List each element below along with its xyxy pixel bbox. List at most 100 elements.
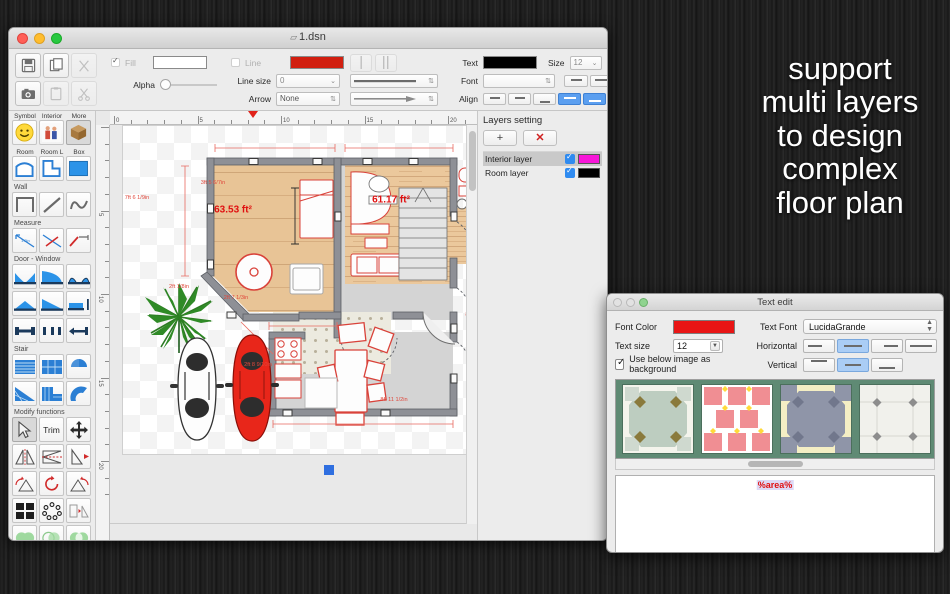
flip-horizontal-tool[interactable] bbox=[39, 444, 64, 469]
dimension-label[interactable]: 61.17 ft² bbox=[372, 195, 410, 206]
scale-tool[interactable] bbox=[66, 498, 91, 523]
room-l-tool[interactable] bbox=[39, 156, 64, 181]
alpha-slider[interactable] bbox=[160, 79, 217, 90]
window-sill-tool[interactable] bbox=[66, 291, 91, 316]
arrow-select[interactable]: None ⇅ bbox=[276, 91, 340, 106]
text-size-input[interactable]: 12 ▼ bbox=[673, 338, 723, 353]
layer-visible-checkbox-interior[interactable] bbox=[565, 152, 575, 164]
double-line-style-button[interactable] bbox=[375, 53, 397, 72]
subtract-tool[interactable] bbox=[66, 525, 91, 540]
line-color-swatch[interactable] bbox=[290, 56, 344, 69]
door-arch-tool[interactable] bbox=[66, 264, 91, 289]
stair-landing-tool[interactable] bbox=[39, 354, 64, 379]
flip-vertical-tool[interactable] bbox=[66, 444, 91, 469]
dimension-label[interactable]: 8ft 11 1/2in bbox=[380, 397, 407, 403]
align-top-button[interactable] bbox=[483, 92, 506, 105]
circular-array-tool[interactable] bbox=[39, 498, 64, 523]
align-bottom-button[interactable] bbox=[533, 92, 556, 105]
canvas-scroll-region[interactable]: 7ft 1/5in7ft 11 5/6in7ft 6 1/9in3ft 5 6/… bbox=[110, 125, 477, 540]
font-select[interactable]: ⇅ bbox=[483, 73, 555, 88]
dimension-label[interactable]: 3ft 5 6/7in bbox=[201, 180, 226, 186]
window-bar-tool[interactable] bbox=[12, 318, 37, 343]
white-car-symbol[interactable] bbox=[168, 336, 226, 444]
h-align-right-button[interactable] bbox=[871, 338, 903, 353]
stair-straight-tool[interactable] bbox=[12, 354, 37, 379]
v-align-top-button[interactable] bbox=[803, 357, 835, 372]
wall-curve-tool[interactable] bbox=[66, 192, 91, 217]
fill-color-swatch[interactable] bbox=[152, 56, 207, 69]
dimension-label[interactable]: 63.53 ft² bbox=[214, 205, 252, 216]
trim-tool[interactable]: Trim bbox=[39, 417, 64, 442]
save-button[interactable] bbox=[15, 53, 41, 78]
background-image-checkbox-row[interactable]: Use below image as background bbox=[615, 354, 735, 374]
box-tool[interactable] bbox=[66, 156, 91, 181]
grid-array-tool[interactable] bbox=[12, 498, 37, 523]
background-pattern-gallery[interactable] bbox=[615, 379, 935, 459]
vertical-ruler[interactable]: 5 10 15 20 bbox=[96, 125, 110, 540]
layer-row-interior[interactable]: Interior layer bbox=[483, 152, 602, 166]
paste-button[interactable] bbox=[43, 81, 69, 106]
align-left-button[interactable] bbox=[558, 92, 581, 105]
door-double-tool[interactable] bbox=[12, 264, 37, 289]
move-tool[interactable] bbox=[66, 417, 91, 442]
line-checkbox[interactable] bbox=[231, 58, 240, 67]
pattern-swatch-pink-checker[interactable] bbox=[701, 384, 773, 454]
wall-corner-tool[interactable] bbox=[12, 192, 37, 217]
arrow-style-select[interactable]: ⇅ bbox=[350, 91, 438, 106]
drawing-canvas[interactable]: 7ft 1/5in7ft 11 5/6in7ft 6 1/9in3ft 5 6/… bbox=[122, 125, 477, 455]
rotate-right-tool[interactable] bbox=[66, 471, 91, 496]
background-image-checkbox[interactable] bbox=[615, 357, 626, 370]
pattern-swatch-grey-cream-octagon[interactable] bbox=[780, 384, 852, 454]
remove-layer-button[interactable]: ✕ bbox=[523, 130, 557, 146]
layer-row-room[interactable]: Room layer bbox=[483, 166, 602, 180]
rotate-left-tool[interactable] bbox=[12, 471, 37, 496]
pattern-swatch-stone-octagon[interactable] bbox=[622, 384, 694, 454]
door-single-tool[interactable] bbox=[39, 264, 64, 289]
style-button-2[interactable] bbox=[590, 74, 607, 87]
window-slant-tool[interactable] bbox=[39, 291, 64, 316]
align-center-button[interactable] bbox=[583, 92, 606, 105]
horizontal-ruler[interactable]: 051015202530 bbox=[110, 111, 477, 125]
measure-3-tool[interactable] bbox=[66, 228, 91, 253]
stair-curve-tool[interactable] bbox=[66, 381, 91, 406]
v-align-middle-button[interactable] bbox=[837, 357, 869, 372]
stair-diagonal-tool[interactable] bbox=[12, 381, 37, 406]
pattern-gallery-scrollbar[interactable] bbox=[615, 459, 935, 470]
measure-1-tool[interactable]: 1.2in bbox=[12, 228, 37, 253]
single-line-style-button[interactable] bbox=[350, 53, 372, 72]
text-edit-minimize-button[interactable] bbox=[626, 298, 635, 307]
scissors-button[interactable] bbox=[71, 81, 97, 106]
text-color-swatch[interactable] bbox=[483, 56, 537, 69]
line-size-select[interactable]: 0 ⌄ bbox=[276, 73, 340, 88]
dimension-label[interactable]: 7ft 6 1/9in bbox=[125, 195, 150, 201]
text-content-textarea[interactable]: %area% bbox=[615, 475, 935, 552]
h-align-center-button[interactable] bbox=[837, 338, 869, 353]
vertical-scrollbar[interactable] bbox=[466, 125, 477, 524]
h-align-left-button[interactable] bbox=[803, 338, 835, 353]
palette-tab-more[interactable] bbox=[66, 120, 91, 145]
stair-l-tool[interactable] bbox=[39, 381, 64, 406]
text-edit-close-button[interactable] bbox=[613, 298, 622, 307]
union-tool[interactable] bbox=[12, 525, 37, 540]
font-color-swatch[interactable] bbox=[673, 319, 735, 334]
select-tool[interactable] bbox=[12, 417, 37, 442]
room-tool[interactable] bbox=[12, 156, 37, 181]
wall-line-tool[interactable] bbox=[39, 192, 64, 217]
text-size-select[interactable]: 12 ⌄ bbox=[569, 55, 602, 70]
align-middle-button[interactable] bbox=[508, 92, 531, 105]
layer-color-swatch-room[interactable] bbox=[578, 168, 600, 178]
text-size-stepper-icon[interactable]: ▼ bbox=[710, 340, 720, 351]
snapshot-button[interactable] bbox=[15, 81, 41, 106]
layer-visible-checkbox-room[interactable] bbox=[565, 166, 575, 178]
rotate-tool[interactable] bbox=[39, 471, 64, 496]
dimension-label[interactable]: 2ft 1/8in bbox=[169, 284, 189, 290]
selection-handle-bottom[interactable] bbox=[324, 465, 334, 475]
text-edit-zoom-button[interactable] bbox=[639, 298, 648, 307]
line-pattern-select[interactable]: ⇅ bbox=[350, 73, 438, 88]
h-align-justify-button[interactable] bbox=[905, 338, 937, 353]
window-split-tool[interactable] bbox=[39, 318, 64, 343]
intersect-tool[interactable] bbox=[39, 525, 64, 540]
mirror-tool[interactable] bbox=[12, 444, 37, 469]
layer-color-swatch-interior[interactable] bbox=[578, 154, 600, 164]
text-font-select[interactable]: LucidaGrande ▲ ▼ bbox=[803, 319, 937, 334]
